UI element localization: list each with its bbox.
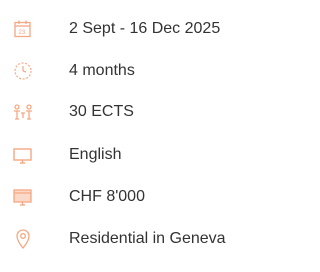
info-row-language: English — [0, 140, 261, 170]
info-row-credits: 30 ECTS — [0, 97, 261, 127]
program-info-list: 23 2 Sept - 16 Dec 2025 4 months 30 ECTS — [0, 0, 261, 272]
info-row-duration: 4 months — [0, 56, 261, 86]
info-label: Residential in Geneva — [69, 230, 226, 247]
info-label: 2 Sept - 16 Dec 2025 — [69, 20, 221, 37]
people-icon — [12, 101, 34, 123]
location-pin-icon — [12, 228, 34, 250]
screen-money-icon — [12, 186, 34, 208]
info-row-dates: 23 2 Sept - 16 Dec 2025 — [0, 14, 261, 44]
info-row-format: Residential in Geneva — [0, 224, 261, 254]
info-label: CHF 8'000 — [69, 188, 145, 205]
info-row-fee: CHF 8'000 — [0, 182, 261, 212]
monitor-icon — [12, 144, 34, 166]
info-label: 4 months — [69, 62, 135, 79]
clock-icon — [12, 60, 34, 82]
svg-text:23: 23 — [19, 30, 26, 36]
info-label: English — [69, 146, 122, 163]
info-label: 30 ECTS — [69, 103, 134, 120]
calendar-icon: 23 — [12, 18, 34, 40]
